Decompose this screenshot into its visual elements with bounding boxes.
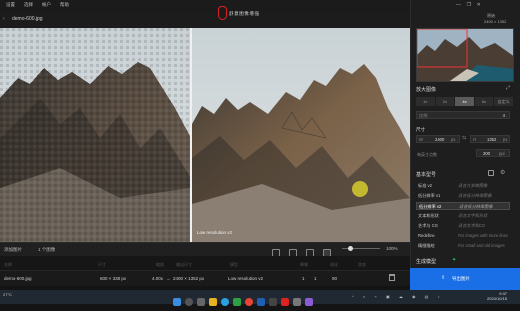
width-label: W — [419, 137, 423, 142]
size-title: 尺寸 — [416, 127, 425, 132]
maximize-icon[interactable]: ❐ — [467, 2, 471, 8]
thumb-size: 2400 × 1352 — [484, 19, 507, 24]
enhanced-preview[interactable] — [192, 28, 410, 242]
upscale-title: 放大图像 — [416, 87, 437, 93]
scale-6x[interactable]: 6x — [474, 97, 494, 106]
export-button-label: 导出图片 — [452, 276, 470, 281]
model-item[interactable]: 精细描绘 For small and old images — [416, 242, 510, 250]
height-value: 1352 — [487, 137, 497, 142]
system-tray[interactable]: ^ ◐ ⌁ ▣ ☁ ◉ ▤ ♪ — [352, 294, 444, 299]
close-icon[interactable]: ✕ — [477, 2, 481, 8]
col-model: 模型 — [230, 262, 238, 267]
file-explorer-icon[interactable] — [209, 298, 217, 306]
row-quality: 90 — [332, 276, 338, 281]
row-denoise: 1 — [302, 276, 305, 281]
terminal-icon[interactable] — [269, 298, 277, 306]
app-name: 舒意图像增强 — [229, 11, 260, 16]
scale-value: 4 — [502, 113, 505, 118]
generate-header: 生成模型 — [416, 259, 437, 265]
export-icon: ⇪ — [441, 275, 446, 281]
row-arrow: → — [166, 276, 171, 281]
scale-selector: 1x 2x 4x 6x 自定义 — [416, 97, 514, 106]
row-scale: 4.00x — [152, 276, 164, 281]
link-icon[interactable]: ⇆ — [462, 135, 466, 141]
height-unit: px — [503, 137, 508, 142]
col-status: 状态 — [358, 262, 366, 267]
dpi-unit: ppi — [499, 151, 505, 156]
edge-icon[interactable] — [221, 298, 229, 306]
width-value: 2400 — [435, 137, 445, 142]
minimize-icon[interactable]: — — [456, 2, 461, 8]
col-denoise: 降噪 — [300, 262, 308, 267]
expand-icon[interactable]: ⤢ — [506, 85, 510, 91]
upscaler-app-icon[interactable] — [281, 298, 289, 306]
image-count: 1 个图像 — [38, 247, 56, 252]
window-controls[interactable]: — ❐ ✕ — [456, 2, 481, 8]
back-icon[interactable]: ‹ — [3, 16, 5, 22]
app-icon[interactable] — [293, 298, 301, 306]
scale-1x[interactable]: 1x — [416, 97, 435, 106]
model-item[interactable]: 文本和形状 适合文字和形状 — [416, 212, 510, 220]
trash-icon[interactable] — [389, 274, 395, 281]
menu-account[interactable]: 帐户 — [42, 2, 51, 8]
scale-custom[interactable]: 自定义 — [494, 97, 513, 106]
row-output: 2400 × 1352 px — [173, 276, 205, 281]
original-preview[interactable] — [0, 28, 191, 242]
menu-select[interactable]: 选择 — [24, 2, 33, 8]
app-logo — [218, 6, 227, 20]
taskbar-apps — [173, 293, 317, 311]
col-output: 输出尺寸 — [176, 262, 192, 267]
scale-field[interactable]: 比例 4 — [416, 111, 510, 119]
height-field[interactable]: H 1352 px — [470, 135, 510, 143]
app-icon[interactable] — [305, 298, 313, 306]
weather-widget[interactable]: 27°C — [3, 292, 12, 297]
dpi-label: 每英寸点数 — [417, 152, 437, 157]
model-item[interactable]: 艺术与 CG 适合艺术和CG — [416, 222, 510, 230]
row-sharpen: 1 — [314, 276, 317, 281]
vscode-icon[interactable] — [257, 298, 265, 306]
model-item[interactable]: 标准 v2 适合大多数图像 — [416, 182, 510, 190]
layers-icon[interactable] — [488, 170, 494, 176]
app-icon[interactable] — [233, 298, 241, 306]
gear-icon[interactable]: ⚙ — [500, 169, 505, 176]
zoom-level: 100% — [386, 246, 398, 251]
dpi-field[interactable]: 300 ppi — [476, 149, 510, 157]
search-icon[interactable] — [185, 298, 193, 306]
col-scale: 缩放 — [156, 262, 164, 267]
menu-settings[interactable]: 设置 — [6, 2, 15, 8]
date: 2024/10/15 — [487, 296, 508, 301]
col-size: 尺寸 — [98, 262, 106, 267]
model-item[interactable]: Redefine For images with more lines — [416, 232, 510, 240]
row-size: 600 × 338 px — [100, 276, 127, 281]
clock[interactable]: 9:37 2024/10/15 — [487, 291, 507, 301]
width-unit: px — [451, 137, 456, 142]
col-name: 名称 — [4, 262, 12, 267]
col-sharpen: 锐化 — [330, 262, 338, 267]
cursor-highlight — [352, 181, 368, 197]
add-image-button[interactable]: 添加图片 — [4, 247, 22, 253]
scale-4x[interactable]: 4x — [455, 97, 474, 106]
scale-label: 比例 — [419, 113, 428, 118]
height-label: H — [473, 137, 477, 142]
row-filename: demo-600.jpg — [4, 276, 32, 281]
width-field[interactable]: W 2400 px — [416, 135, 460, 143]
model-overlay-label: Low resolution v2 — [197, 230, 233, 235]
models-title: 基本型号 — [416, 172, 437, 178]
navigator-thumbnail[interactable] — [416, 28, 514, 82]
start-icon[interactable] — [173, 298, 181, 306]
file-list-header — [0, 256, 410, 270]
zoom-slider-handle[interactable] — [348, 246, 353, 251]
row-model: Low resolution v2 — [228, 276, 264, 281]
task-view-icon[interactable] — [197, 298, 205, 306]
chrome-icon[interactable] — [245, 298, 253, 306]
scale-2x[interactable]: 2x — [435, 97, 455, 106]
ai-icon: ✦ — [452, 257, 457, 263]
dpi-value: 300 — [483, 151, 490, 156]
model-item-selected[interactable]: 低分辨率 v2 适合低分辨率图像 — [416, 202, 510, 210]
menu-help[interactable]: 帮助 — [60, 2, 69, 8]
model-item[interactable]: 低分辨率 v1 适合低分辨率图像 — [416, 192, 510, 200]
app-bar — [0, 12, 410, 28]
file-name: demo-600.jpg — [12, 16, 43, 22]
